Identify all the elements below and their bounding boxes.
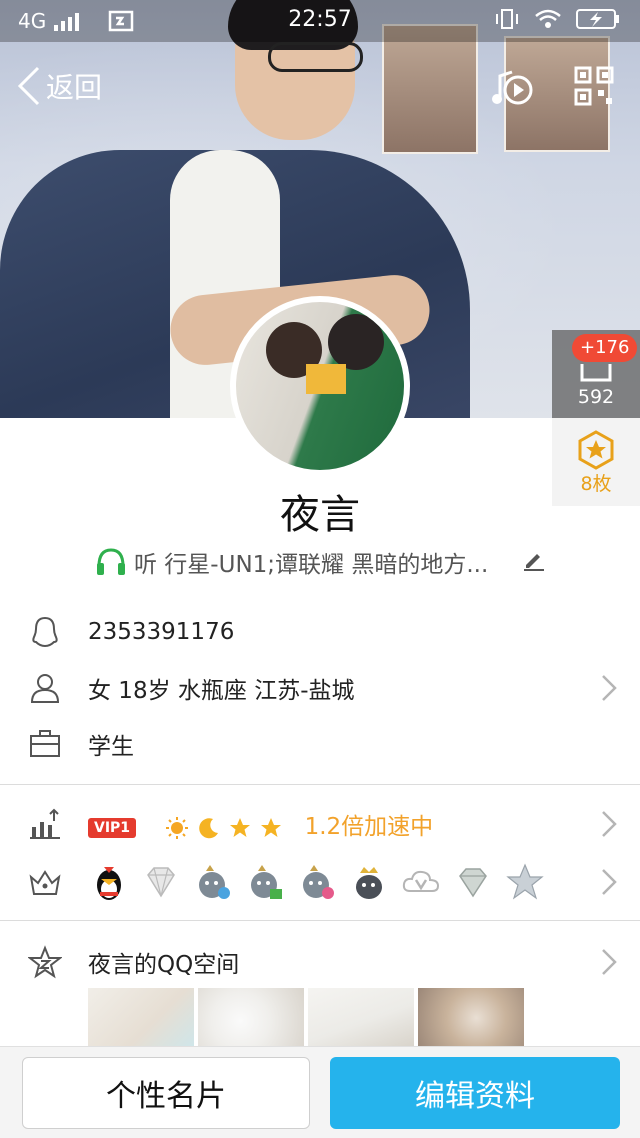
penguin-badge-icon — [199, 865, 230, 899]
avatar-figure — [328, 314, 384, 370]
qq-penguin-badge-icon — [97, 867, 121, 900]
moon-level-icon — [198, 817, 218, 838]
back-label: 返回 — [46, 71, 103, 104]
back-button[interactable]: 返回 — [16, 66, 102, 106]
status-right — [494, 8, 620, 30]
personal-card-button[interactable]: 个性名片 — [22, 1057, 310, 1129]
signature-row[interactable]: 听 行星-UN1;谭联耀 黑暗的地方... — [96, 544, 556, 580]
thumbs-up-icon — [580, 364, 612, 382]
sun-level-icon — [166, 816, 189, 839]
vip-level: VIP1 1.2倍加速中 — [88, 807, 433, 841]
crown-icon — [29, 870, 61, 895]
speed-text: 1.2倍加速中 — [304, 814, 434, 840]
occupation-row: 学生 — [0, 716, 640, 772]
star-level-icon — [229, 817, 250, 837]
chevron-right-icon — [602, 811, 617, 837]
divider — [0, 784, 640, 785]
qzone-thumbnail[interactable] — [308, 988, 414, 1048]
diamond-badge-icon — [147, 867, 175, 898]
top-icons — [490, 66, 614, 110]
chevron-right-icon — [602, 869, 617, 895]
status-bar: 4G 22:57 — [0, 0, 640, 42]
qzone-star-icon — [28, 945, 62, 979]
penguin-badge-icon — [251, 865, 282, 899]
qzone-title: 夜言的QQ空间 — [88, 952, 240, 978]
qzone-thumbnail[interactable] — [418, 988, 524, 1048]
avatar-hood — [306, 364, 346, 394]
qzone-thumbnail[interactable] — [198, 988, 304, 1048]
qq-number-row: 2353391176 — [0, 604, 640, 660]
top-nav: 返回 — [0, 60, 640, 116]
qzone-thumbnail[interactable] — [88, 988, 194, 1048]
privileges-row[interactable] — [0, 854, 640, 910]
qr-code-icon[interactable] — [574, 66, 614, 106]
qzone-row[interactable]: 夜言的QQ空间 — [0, 934, 640, 990]
avatar[interactable] — [230, 296, 410, 476]
occupation: 学生 — [88, 734, 134, 760]
bottom-bar: 个性名片 编辑资料 — [0, 1046, 640, 1138]
edit-profile-button[interactable]: 编辑资料 — [330, 1057, 620, 1129]
penguin-crown-badge-icon — [356, 867, 382, 899]
personal-info-row[interactable]: 女 18岁 水瓶座 江苏-盐城 — [0, 660, 640, 716]
qq-number: 2353391176 — [88, 619, 235, 645]
person-icon — [30, 674, 60, 703]
vip-tag: VIP1 — [88, 817, 137, 838]
personal-info: 女 18岁 水瓶座 江苏-盐城 — [88, 678, 355, 704]
divider — [0, 920, 640, 921]
headphones-icon — [97, 548, 125, 575]
wifi-icon — [535, 9, 561, 28]
star-level-icon — [261, 817, 282, 837]
chevron-right-icon — [602, 675, 617, 701]
chevron-left-icon — [17, 66, 40, 106]
qzone-thumbnails — [88, 988, 524, 1048]
vip-level-row[interactable]: VIP1 1.2倍加速中 — [0, 796, 640, 852]
vibrate-icon — [496, 9, 518, 29]
privilege-badges — [88, 861, 546, 903]
star-badge-icon — [578, 430, 614, 470]
cloud-v-badge-icon — [402, 870, 440, 892]
star-badge-icon — [506, 863, 544, 900]
penguin-icon — [32, 616, 58, 648]
music-play-icon[interactable] — [490, 66, 534, 110]
profile-name: 夜言 — [280, 492, 360, 538]
likes-new-badge: +176 — [572, 334, 638, 362]
battery-icon — [576, 9, 619, 29]
gem-badge-icon — [459, 868, 487, 898]
penguin-badge-icon — [303, 865, 334, 899]
edit-pencil-icon[interactable] — [522, 548, 546, 572]
signature-text: 听 行星-UN1;谭联耀 黑暗的地方... — [134, 552, 489, 578]
chevron-right-icon — [602, 949, 617, 975]
likes-count: 592 — [577, 386, 615, 408]
briefcase-icon — [30, 730, 60, 757]
level-chart-icon — [30, 808, 60, 839]
likes-widget[interactable]: +176 592 — [552, 330, 640, 418]
